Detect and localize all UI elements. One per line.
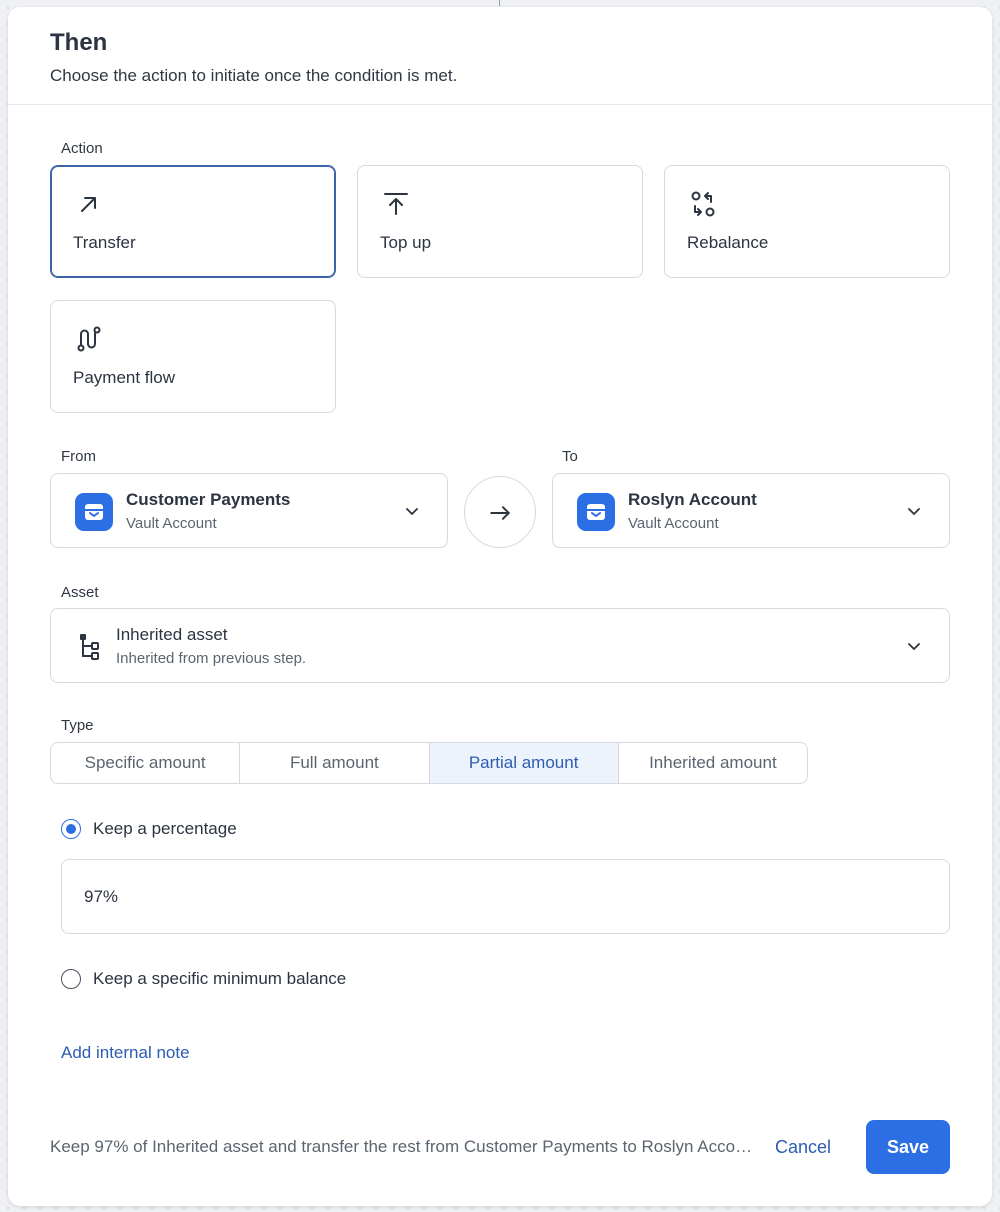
panel-header: Then Choose the action to initiate once … [8,7,992,105]
to-account-name: Roslyn Account [628,490,757,509]
percentage-input[interactable] [61,859,950,934]
keep-minimum-balance-radio[interactable] [61,969,81,989]
action-card-label: Rebalance [687,233,769,252]
action-card-top-up[interactable]: Top up [357,165,643,278]
tab-specific-amount[interactable]: Specific amount [51,743,241,783]
action-section-label: Action [61,140,103,157]
from-label: From [61,448,96,465]
action-card-label: Transfer [73,233,136,252]
chevron-down-icon [908,643,920,650]
tab-inherited-amount[interactable]: Inherited amount [619,743,807,783]
vault-icon [75,493,113,531]
asset-select[interactable]: Inherited asset Inherited from previous … [50,608,950,683]
type-label: Type [61,717,94,734]
asset-name: Inherited asset [116,625,228,644]
arrow-up-right-icon [81,197,96,212]
from-account-name: Customer Payments [126,490,291,509]
action-summary: Keep 97% of Inherited asset and transfer… [50,1137,754,1156]
top-up-icon [384,193,408,215]
payment-flow-icon [77,326,101,352]
asset-label: Asset [61,584,99,601]
tab-full-amount[interactable]: Full amount [240,743,430,783]
action-card-label: Top up [380,233,432,252]
action-card-transfer[interactable]: Transfer [50,165,336,278]
add-internal-note-link[interactable]: Add internal note [61,1043,190,1063]
action-panel: Then Choose the action to initiate once … [8,7,992,1206]
keep-percentage-label: Keep a percentage [93,819,237,838]
keep-percentage-radio[interactable] [61,819,81,839]
cancel-button[interactable]: Cancel [775,1137,831,1158]
to-account-type: Vault Account [628,515,719,532]
swap-direction-button[interactable] [464,476,536,548]
to-label: To [562,448,578,465]
from-account-type: Vault Account [126,515,217,532]
page-subtitle: Choose the action to initiate once the c… [50,66,458,85]
hierarchy-icon [80,634,99,660]
action-card-label: Payment flow [73,368,176,387]
action-card-payment-flow[interactable]: Payment flow [50,300,336,413]
asset-description: Inherited from previous step. [116,650,307,667]
keep-minimum-balance-option[interactable]: Keep a specific minimum balance [61,969,346,989]
keep-percentage-option[interactable]: Keep a percentage [61,819,237,839]
keep-minimum-balance-label: Keep a specific minimum balance [93,969,347,988]
canvas-connector-line [499,0,500,6]
chevron-down-icon [406,508,418,515]
page-title: Then [50,29,108,56]
save-button[interactable]: Save [866,1120,950,1174]
vault-icon [577,493,615,531]
from-account-select[interactable]: Customer Payments Vault Account [50,473,448,548]
arrow-right-icon [490,506,510,520]
action-card-rebalance[interactable]: Rebalance [664,165,950,278]
to-account-select[interactable]: Roslyn Account Vault Account [552,473,950,548]
amount-type-segmented-control: Specific amount Full amount Partial amou… [50,742,808,784]
rebalance-icon [691,191,715,217]
chevron-down-icon [908,508,920,515]
tab-partial-amount[interactable]: Partial amount [429,743,619,783]
